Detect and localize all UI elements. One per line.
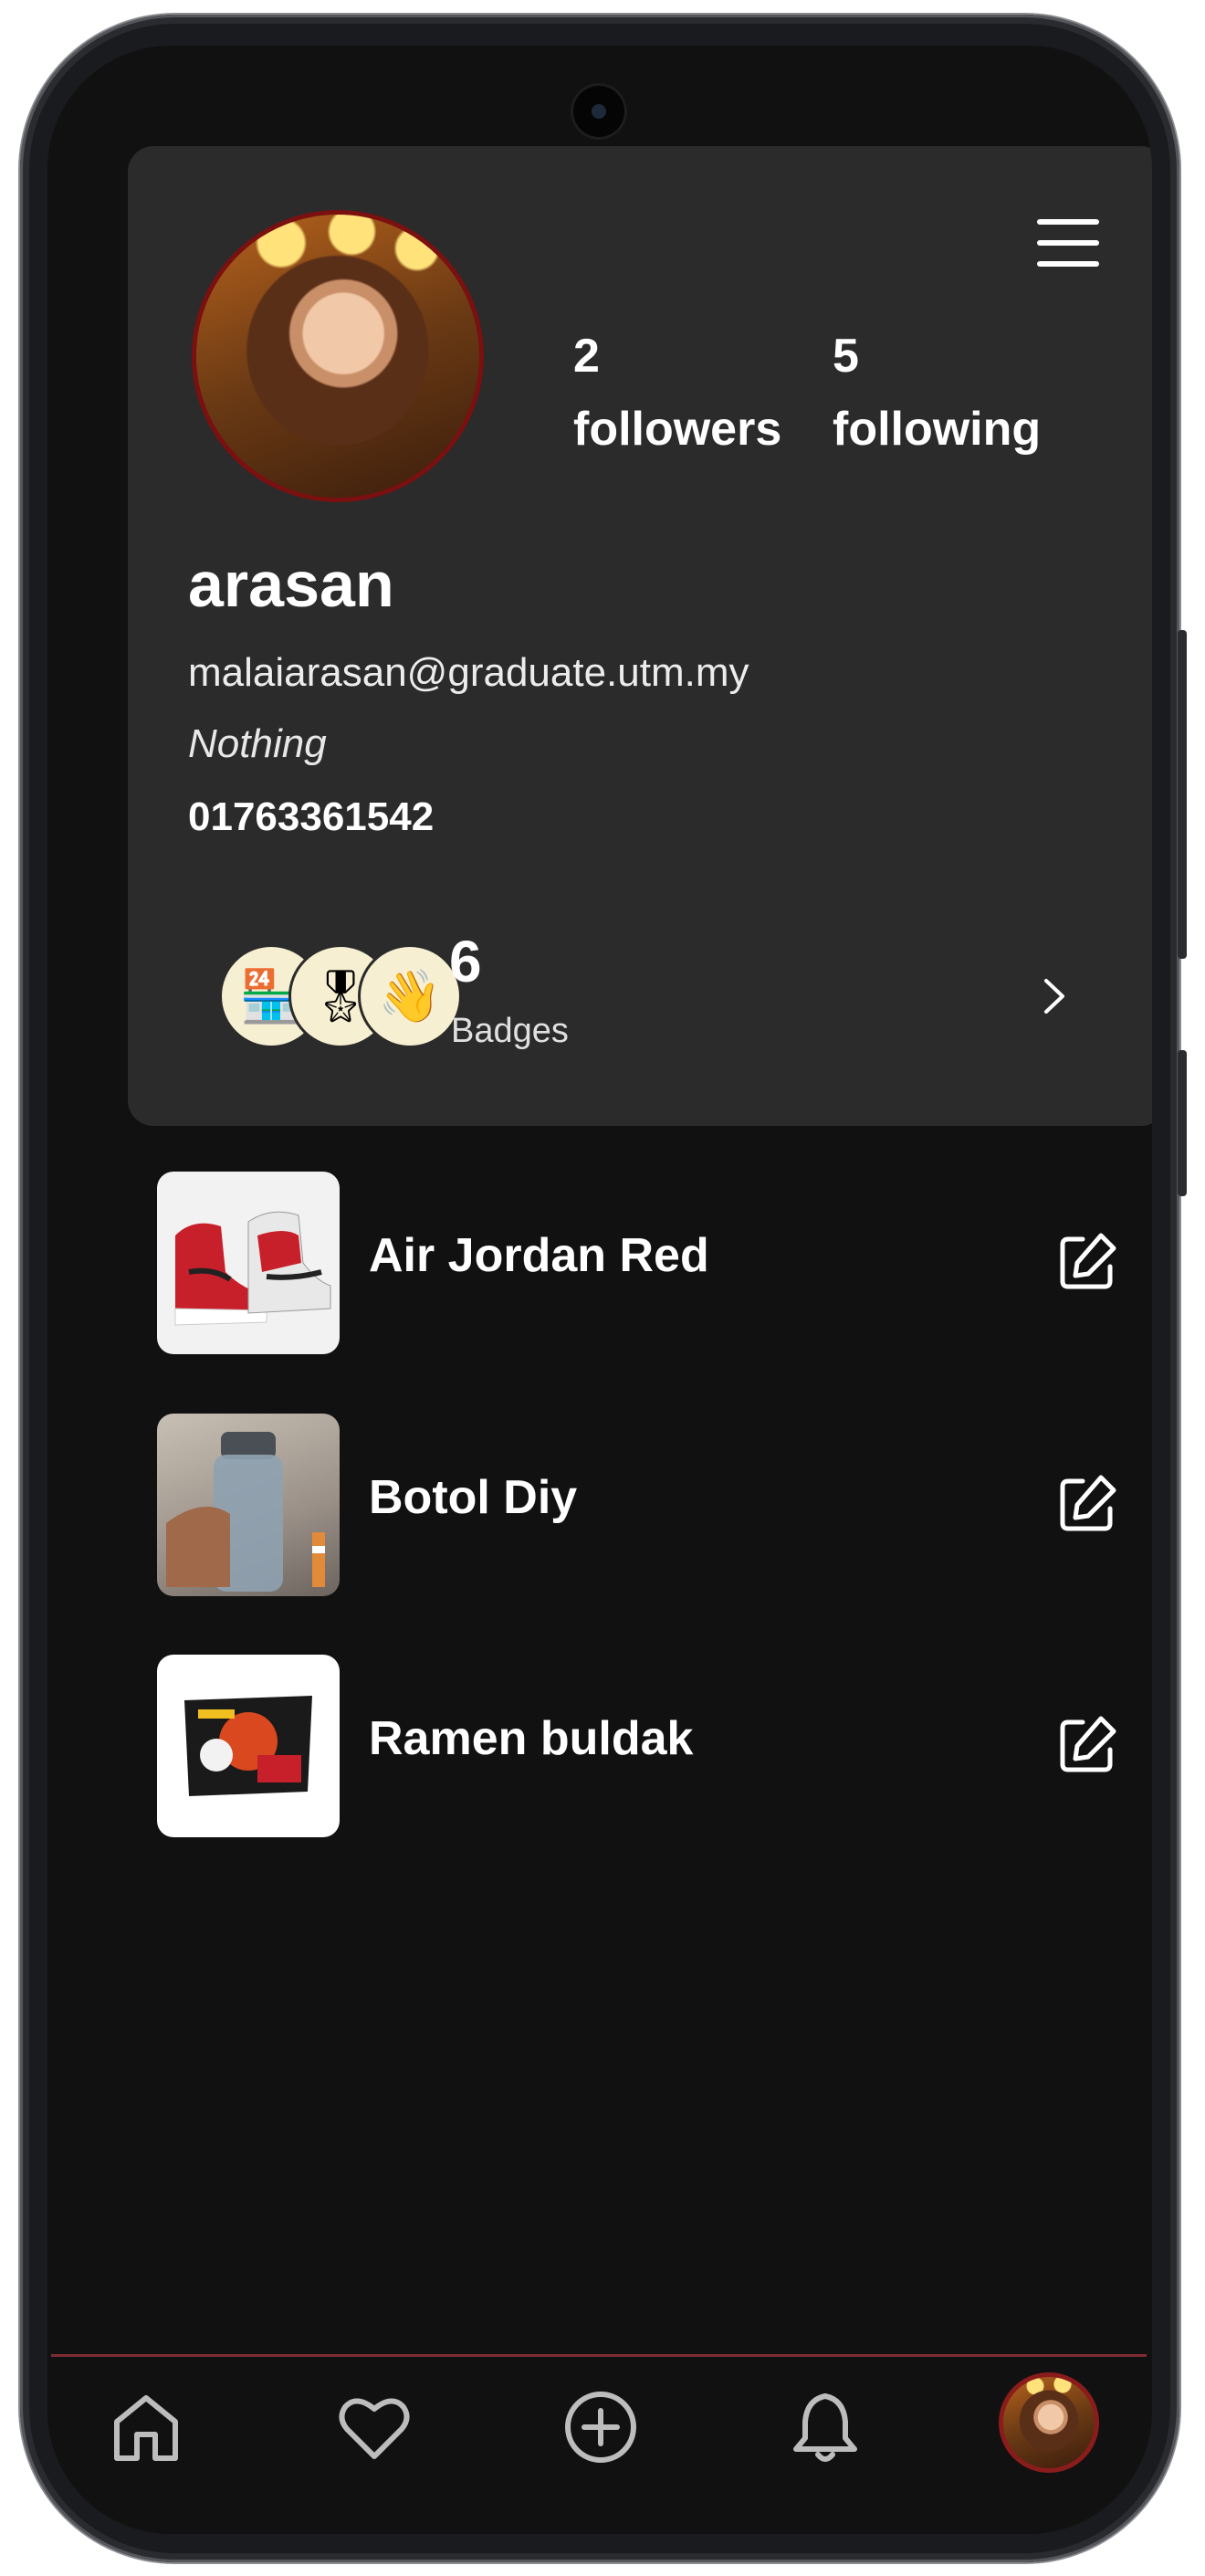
- volume-button: [1178, 630, 1187, 959]
- bio-text: Nothing: [188, 721, 327, 766]
- edit-icon[interactable]: [1055, 1713, 1119, 1777]
- edit-icon[interactable]: [1055, 1472, 1119, 1536]
- water-bottle-image: [157, 1414, 340, 1596]
- followers-count: 2: [573, 330, 600, 383]
- badge-count: 6: [449, 929, 482, 994]
- profile-card: 2 followers 5 following arasan malaiaras…: [128, 146, 1152, 1126]
- profile-avatar[interactable]: [192, 210, 484, 502]
- edit-icon[interactable]: [1055, 1230, 1119, 1294]
- add-circle-icon[interactable]: [562, 2389, 639, 2466]
- nav-divider: [51, 2354, 1147, 2357]
- ramen-package-image: [157, 1655, 340, 1837]
- list-item[interactable]: Ramen buldak: [157, 1655, 1125, 1837]
- followers-label: followers: [573, 403, 782, 456]
- chevron-right-icon[interactable]: [1032, 973, 1077, 1019]
- list-item[interactable]: Air Jordan Red: [157, 1172, 1125, 1354]
- badge-label: Badges: [451, 1012, 569, 1050]
- username: arasan: [188, 549, 394, 620]
- phone-number: 01763361542: [188, 794, 435, 839]
- following-stat[interactable]: 5 following: [833, 320, 1041, 466]
- following-count: 5: [833, 330, 859, 383]
- following-label: following: [833, 403, 1042, 456]
- app-screen: 2 followers 5 following arasan malaiaras…: [47, 46, 1152, 2534]
- profile-nav-avatar[interactable]: [999, 2372, 1099, 2473]
- wave-badge-icon: 👋: [358, 944, 462, 1048]
- item-title: Botol Diy: [369, 1471, 578, 1524]
- item-title: Air Jordan Red: [369, 1229, 709, 1282]
- front-camera: [573, 86, 624, 137]
- email-text: malaiarasan@graduate.utm.my: [188, 650, 749, 695]
- hamburger-menu-icon[interactable]: [1035, 219, 1101, 274]
- power-button: [1178, 1050, 1187, 1196]
- item-title: Ramen buldak: [369, 1712, 694, 1765]
- badges-row[interactable]: 🏪 🎖 👋 6 Badges: [219, 913, 1114, 1078]
- bell-icon[interactable]: [787, 2389, 864, 2466]
- heart-icon[interactable]: [336, 2389, 413, 2466]
- sneaker-image: [157, 1172, 340, 1354]
- home-icon[interactable]: [108, 2389, 184, 2466]
- list-item[interactable]: Botol Diy: [157, 1414, 1125, 1596]
- followers-stat[interactable]: 2 followers: [573, 320, 781, 466]
